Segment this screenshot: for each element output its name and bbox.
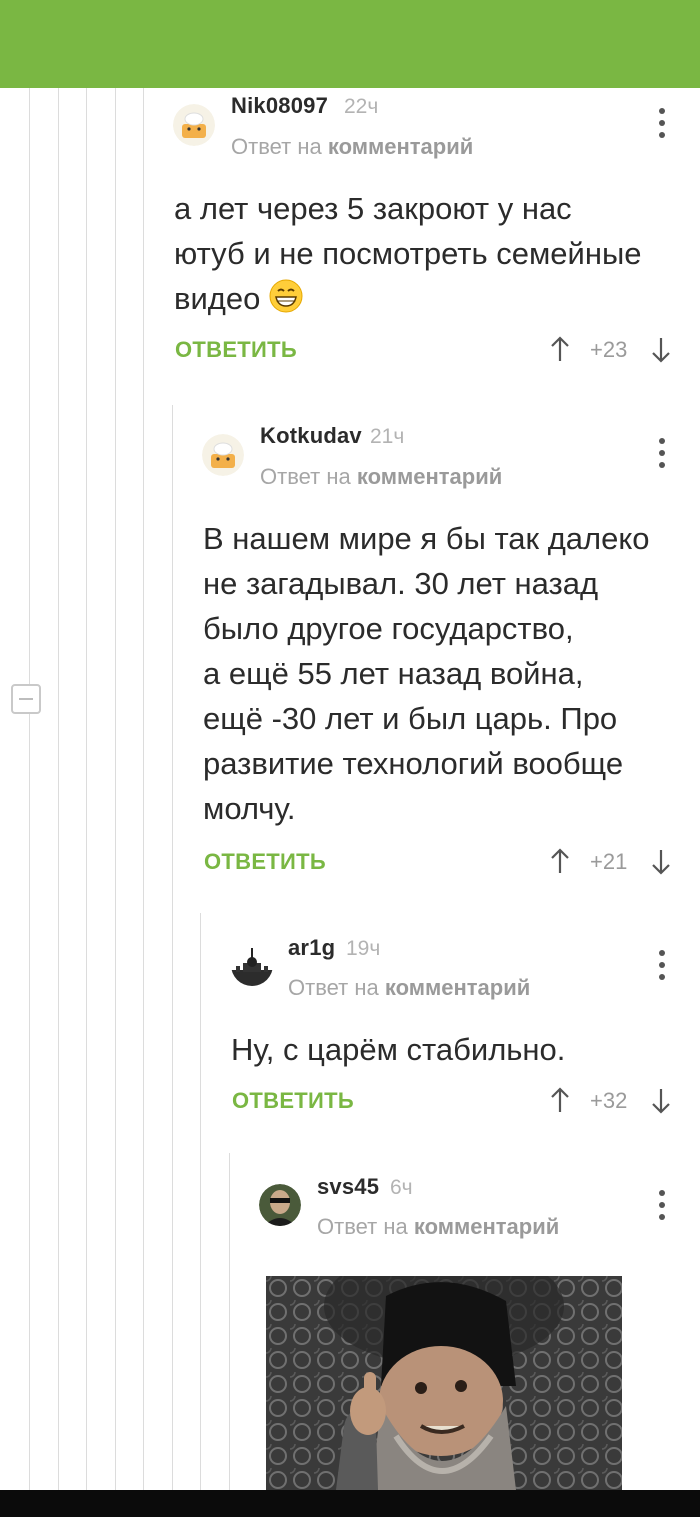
thread-line: [229, 1153, 230, 1490]
more-options-icon[interactable]: [652, 436, 672, 470]
downvote-arrow-icon[interactable]: [651, 849, 671, 875]
comment-username[interactable]: ar1g: [288, 935, 335, 961]
reply-target-link[interactable]: комментарий: [357, 464, 502, 489]
comment-text-line: В нашем мире я бы так далеко: [203, 521, 650, 556]
reply-to-label: Ответ на комментарий: [260, 464, 502, 490]
comment-text: В нашем мире я бы так далеко не загадыва…: [203, 516, 650, 831]
reply-prefix: Ответ на: [317, 1214, 408, 1239]
comment-text-line: ютуб и не посмотреть семейные: [174, 236, 642, 271]
thread-line: [58, 88, 59, 1490]
comment-time: 19ч: [346, 937, 381, 960]
comment-username[interactable]: Nik08097: [231, 93, 328, 119]
system-navigation-bar: [0, 1490, 700, 1517]
thread-line: [143, 88, 144, 1490]
comment-text-line: Ну, с царём стабильно.: [231, 1032, 566, 1067]
comment-time: 21ч: [370, 425, 405, 448]
comment-time: 6ч: [390, 1176, 413, 1199]
comment-text-line: не загадывал. 30 лет назад: [203, 566, 599, 601]
reply-button[interactable]: ОТВЕТИТЬ: [175, 337, 297, 363]
reply-target-link[interactable]: комментарий: [328, 134, 473, 159]
upvote-arrow-icon[interactable]: [550, 1087, 570, 1113]
comment-text-line: а ещё 55 лет назад война,: [203, 656, 584, 691]
avatar[interactable]: [202, 434, 244, 476]
comment-username[interactable]: Kotkudav: [260, 423, 362, 449]
comment-text-line: молчу.: [203, 791, 296, 826]
comment-text-line: видео: [174, 276, 642, 321]
thread-line: [115, 88, 116, 1490]
more-options-icon[interactable]: [652, 1188, 672, 1222]
reply-button[interactable]: ОТВЕТИТЬ: [232, 1088, 354, 1114]
comment-image[interactable]: [266, 1276, 622, 1490]
thread-line: [172, 405, 173, 1490]
collapse-thread-button[interactable]: [11, 684, 41, 714]
avatar[interactable]: [259, 1184, 301, 1226]
comment-text: Ну, с царём стабильно.: [231, 1027, 565, 1072]
comment-text-line: ещё -30 лет и был царь. Про: [203, 701, 618, 736]
reply-to-label: Ответ на комментарий: [317, 1214, 559, 1240]
minus-icon: [19, 698, 33, 700]
reply-button[interactable]: ОТВЕТИТЬ: [204, 849, 326, 875]
comment-time: 22ч: [344, 95, 379, 118]
reply-to-label: Ответ на комментарий: [288, 975, 530, 1001]
more-options-icon[interactable]: [652, 106, 672, 140]
grinning-face-emoji: [269, 279, 303, 313]
comment-text-line: а лет через 5 закроют у нас: [174, 191, 572, 226]
rating-value: +32: [590, 1088, 628, 1113]
downvote-arrow-icon[interactable]: [651, 1088, 671, 1114]
reply-to-label: Ответ на комментарий: [231, 134, 473, 160]
comment-text: а лет через 5 закроют у нас ютуб и не по…: [174, 186, 642, 321]
upvote-arrow-icon[interactable]: [550, 336, 570, 362]
reply-target-link[interactable]: комментарий: [414, 1214, 559, 1239]
avatar[interactable]: [231, 944, 273, 986]
app-header-bar: [0, 0, 700, 88]
reply-prefix: Ответ на: [260, 464, 351, 489]
rating-value: +23: [590, 337, 628, 362]
thread-line: [86, 88, 87, 1490]
avatar[interactable]: [173, 104, 215, 146]
reply-prefix: Ответ на: [288, 975, 379, 1000]
comment-username[interactable]: svs45: [317, 1174, 379, 1200]
thread-line: [200, 913, 201, 1490]
downvote-arrow-icon[interactable]: [651, 337, 671, 363]
upvote-arrow-icon[interactable]: [550, 848, 570, 874]
reply-target-link[interactable]: комментарий: [385, 975, 530, 1000]
comment-text-line: было другое государство,: [203, 611, 574, 646]
more-options-icon[interactable]: [652, 948, 672, 982]
thread-line: [29, 88, 30, 1490]
reply-prefix: Ответ на: [231, 134, 322, 159]
rating-value: +21: [590, 849, 628, 874]
comment-text-line: развитие технологий вообще: [203, 746, 624, 781]
